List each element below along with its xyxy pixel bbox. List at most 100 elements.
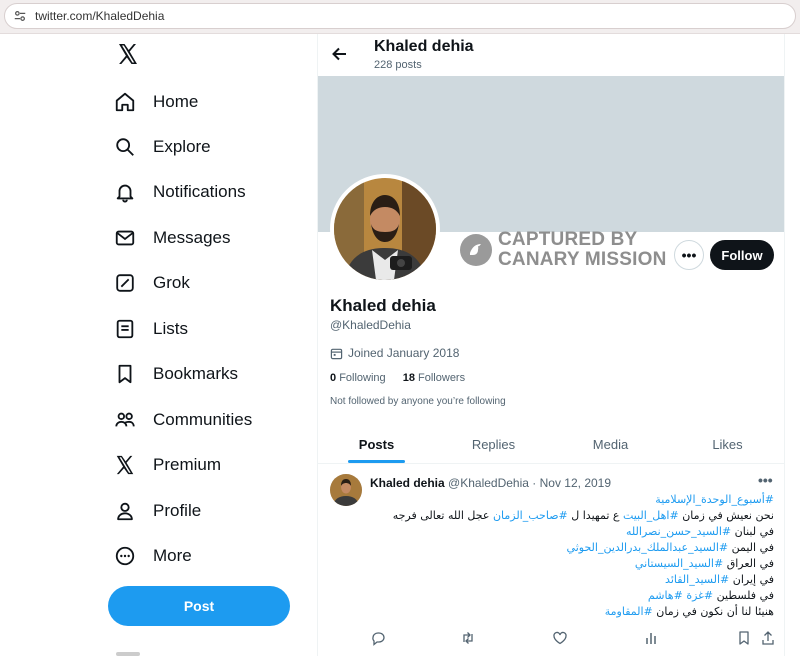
envelope-icon — [112, 225, 138, 251]
sidebar-item-label: Bookmarks — [153, 364, 239, 383]
more-circle-icon — [112, 543, 138, 569]
hashtag-link[interactable]: #غزة — [686, 589, 713, 602]
following-count: 0 — [330, 372, 337, 384]
profile-photo — [334, 178, 436, 280]
tweet[interactable]: Khaled dehia @KhaledDehia · Nov 12, 2019… — [318, 464, 784, 656]
tweet-author[interactable]: Khaled dehia — [370, 476, 445, 490]
hashtag-link[interactable]: #هاشم — [648, 589, 683, 602]
post-button[interactable]: Post — [108, 586, 290, 626]
home-icon — [112, 89, 138, 115]
profile-header-bar: Khaled dehia 228 posts — [318, 34, 784, 76]
sidebar-item-lists[interactable]: Lists — [112, 311, 188, 347]
url-text[interactable]: twitter.com/KhaledDehia — [35, 9, 164, 23]
sidebar-item-premium[interactable]: Premium — [112, 447, 221, 483]
sidebar-item-explore[interactable]: Explore — [112, 129, 211, 165]
repost-icon[interactable] — [460, 630, 476, 646]
tweet-line: #أسبوع_الوحدة_الإسلامية — [370, 492, 774, 508]
sidebar-item-label: Notifications — [153, 182, 246, 201]
sidebar-item-home[interactable]: Home — [112, 84, 198, 120]
x-logo-icon[interactable] — [116, 42, 140, 66]
sidebar-item-label: Messages — [153, 228, 231, 247]
hashtag-link[interactable]: #اهل_البيت — [623, 509, 679, 522]
site-settings-icon[interactable] — [13, 9, 27, 23]
hashtag-link[interactable]: #المقاومة — [605, 605, 653, 618]
tweet-text-segment: في لبنان — [731, 525, 774, 538]
hashtag-link[interactable]: #السيد_السيستاني — [635, 557, 723, 570]
sidebar-item-communities[interactable]: Communities — [112, 402, 252, 438]
profile-avatar[interactable] — [330, 174, 440, 284]
followers-link[interactable]: 18 Followers — [403, 372, 465, 384]
follow-button[interactable]: Follow — [710, 240, 774, 270]
tweet-text-segment: في اليمن — [728, 541, 774, 554]
sidebar-item-label: Profile — [153, 501, 202, 520]
back-arrow-icon[interactable] — [330, 44, 350, 64]
tweet-line: في لبنان #السيد_حسن_نصرالله — [370, 524, 774, 540]
not-followed-note: Not followed by anyone you’re following — [330, 396, 506, 407]
followers-count: 18 — [402, 372, 415, 384]
reply-icon[interactable] — [370, 630, 386, 646]
browser-url-bar: twitter.com/KhaledDehia — [0, 0, 800, 34]
canary-bird-icon — [460, 234, 492, 266]
person-icon — [112, 498, 138, 524]
watermark-line-1: CAPTURED BY — [498, 229, 638, 250]
tweet-line: في العراق #السيد_السيستاني — [370, 556, 774, 572]
sidebar-item-label: Home — [153, 92, 199, 111]
bookmark-icon — [112, 361, 138, 387]
tweet-separator: · — [532, 476, 537, 490]
tweet-date[interactable]: Nov 12, 2019 — [540, 476, 611, 490]
hashtag-link[interactable]: #السيد_عبدالملك_بدرالدين_الحوثي — [567, 541, 729, 554]
tab-replies[interactable]: Replies — [435, 424, 552, 464]
header-name: Khaled dehia — [374, 38, 474, 55]
tweet-line: هنيئا لنا أن نكون في زمان #المقاومة — [370, 604, 774, 620]
people-icon — [112, 407, 138, 433]
sidebar-item-bookmarks[interactable]: Bookmarks — [112, 356, 238, 392]
sidebar: Home Explore Notifications Messages Grok… — [0, 34, 317, 656]
profile-more-button[interactable]: ••• — [674, 240, 704, 270]
tweet-text-segment: هنيئا لنا أن نكون في زمان — [652, 605, 774, 618]
account-switcher[interactable] — [116, 652, 140, 656]
address-bar[interactable]: twitter.com/KhaledDehia — [4, 3, 796, 29]
share-icon[interactable] — [760, 630, 776, 646]
sidebar-item-notifications[interactable]: Notifications — [112, 174, 246, 210]
hashtag-link[interactable]: #السيد_القائد — [665, 573, 729, 586]
sidebar-item-label: Lists — [153, 319, 188, 338]
sidebar-item-messages[interactable]: Messages — [112, 220, 230, 256]
profile-tabs: Posts Replies Media Likes — [318, 424, 784, 464]
views-icon[interactable] — [644, 630, 660, 646]
tweet-more-button[interactable]: ••• — [758, 472, 773, 488]
tweet-text-segment: عجل الله تعالى فرجه — [392, 509, 493, 522]
tweet-actions — [370, 630, 780, 648]
sidebar-item-more[interactable]: More — [112, 538, 192, 574]
tweet-handle[interactable]: @KhaledDehia — [448, 476, 529, 490]
list-icon — [112, 316, 138, 342]
tweet-line: في إيران #السيد_القائد — [370, 572, 774, 588]
tweet-header: Khaled dehia @KhaledDehia · Nov 12, 2019 — [370, 476, 611, 490]
hashtag-link[interactable]: #السيد_حسن_نصرالله — [626, 525, 731, 538]
profile-column: Khaled dehia 228 posts CAPTURED BY CANAR… — [317, 34, 785, 656]
hashtag-link[interactable]: #صاحب_الزمان — [493, 509, 568, 522]
profile-handle: @KhaledDehia — [330, 318, 411, 332]
tab-likes[interactable]: Likes — [669, 424, 784, 464]
active-tab-indicator — [348, 460, 405, 463]
hashtag-link[interactable]: #أسبوع_الوحدة_الإسلامية — [655, 493, 774, 506]
tab-media[interactable]: Media — [552, 424, 669, 464]
sidebar-item-label: Grok — [153, 273, 190, 292]
following-label: Following — [339, 372, 386, 384]
tweet-text-segment: في إيران — [729, 573, 774, 586]
sidebar-item-profile[interactable]: Profile — [112, 493, 201, 529]
canary-mission-watermark: CAPTURED BY CANARY MISSION — [460, 230, 667, 270]
x-icon — [112, 452, 138, 478]
sidebar-item-grok[interactable]: Grok — [112, 265, 190, 301]
grok-icon — [112, 270, 138, 296]
tweet-line: في اليمن #السيد_عبدالملك_بدرالدين_الحوثي — [370, 540, 774, 556]
following-link[interactable]: 0 Following — [330, 372, 386, 384]
tweet-text-segment: ع تمهيدا ل — [567, 509, 623, 522]
tweet-text: #أسبوع_الوحدة_الإسلامية نحن نعيش في زمان… — [370, 492, 774, 620]
bookmark-action-icon[interactable] — [736, 630, 752, 646]
follow-stats: 0 Following 18 Followers — [330, 372, 465, 384]
tweet-line: نحن نعيش في زمان #اهل_البيت ع تمهيدا ل #… — [370, 508, 774, 524]
sidebar-item-label: Premium — [153, 455, 222, 474]
tweet-avatar[interactable] — [330, 474, 362, 506]
like-icon[interactable] — [552, 630, 568, 646]
tab-posts[interactable]: Posts — [318, 424, 435, 464]
